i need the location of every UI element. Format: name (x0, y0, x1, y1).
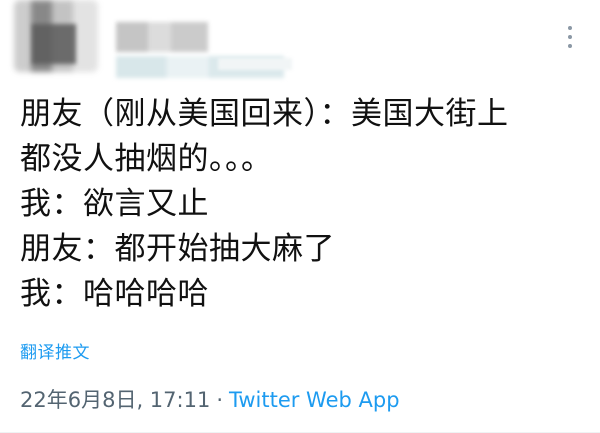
meta-separator: · (216, 388, 223, 412)
author-name-blurred[interactable] (116, 22, 208, 52)
tweet-text-line: 朋友：都开始抽大麻了 (20, 231, 335, 267)
tweet-source-link[interactable]: Twitter Web App (229, 388, 400, 412)
more-icon-dot (568, 44, 572, 48)
more-icon-dot (568, 35, 572, 39)
tweet-card: 朋友（刚从美国回来）：美国大街上 都没人抽烟的。。。 我：欲言又止 朋友：都开始… (0, 0, 600, 433)
tweet-text-line: 我：欲言又止 (20, 186, 209, 222)
tweet-text-line: 我：哈哈哈哈 (20, 276, 209, 312)
tweet-text-line: 朋友（刚从美国回来）：美国大街上 (20, 96, 509, 132)
more-icon-dot (568, 26, 572, 30)
author-avatar-blurred-detail (32, 24, 76, 64)
more-vertical-icon[interactable] (561, 22, 579, 52)
author-handle-blurred-detail (218, 58, 292, 70)
tweet-timestamp[interactable]: 22年6月8日, 17:11 (20, 388, 210, 412)
tweet-meta: 22年6月8日, 17:11 · Twitter Web App (20, 384, 400, 414)
tweet-text: 朋友（刚从美国回来）：美国大街上 都没人抽烟的。。。 我：欲言又止 朋友：都开始… (20, 92, 590, 317)
translate-tweet-link[interactable]: 翻译推文 (20, 338, 90, 363)
tweet-text-line: 都没人抽烟的。。。 (20, 141, 273, 177)
